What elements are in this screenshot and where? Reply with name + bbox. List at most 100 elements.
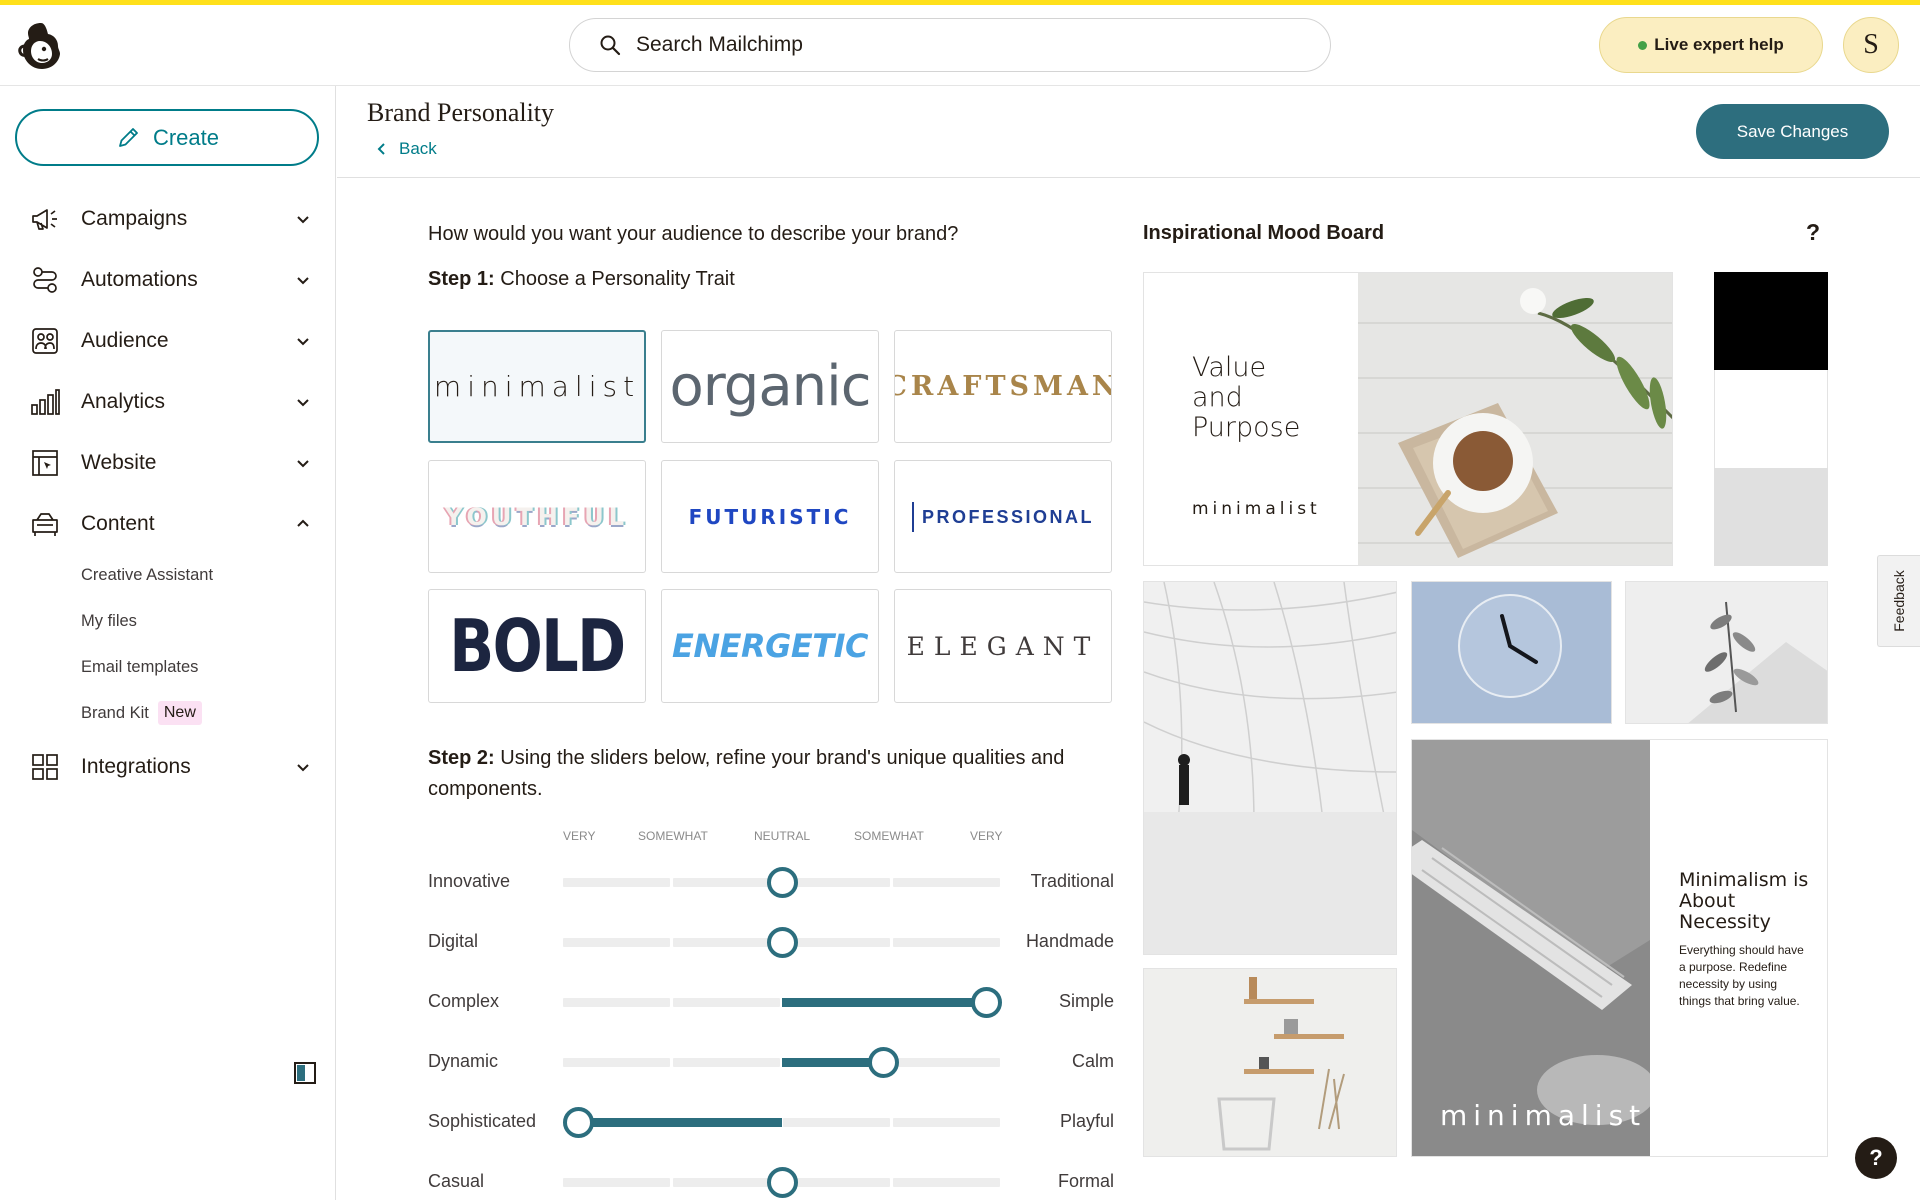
slider-segment — [893, 1058, 1000, 1067]
slider-left-label: Innovative — [428, 871, 511, 891]
slider-row-digital-handmade: Digital Handmade — [428, 922, 1114, 962]
trait-card-youthful[interactable]: YOUTHFUL — [428, 460, 646, 573]
mood-tile-shelves-photo — [1143, 968, 1397, 1157]
live-expert-help-button[interactable]: Live expert help — [1599, 17, 1823, 73]
scale-label: SOMEWHAT — [638, 829, 708, 843]
sidebar-subitem-brand-kit[interactable]: Brand Kit New — [81, 701, 202, 725]
sidebar-item-automations[interactable]: Automations — [0, 255, 336, 305]
trait-label: minimalist — [433, 370, 641, 403]
trait-card-elegant[interactable]: ELEGANT — [894, 589, 1112, 703]
sidebar-subitem-email-templates[interactable]: Email templates — [81, 658, 198, 677]
mood-tile-architecture-photo — [1143, 581, 1397, 955]
slider-thumb[interactable] — [970, 987, 1002, 1018]
slider-fill — [578, 1118, 782, 1127]
shelves-photo — [1144, 969, 1396, 1156]
slider-segment — [783, 938, 890, 947]
slider-segment — [893, 878, 1000, 887]
top-bar: Live expert help S — [0, 5, 1920, 86]
slider-segment — [893, 1178, 1000, 1187]
chevron-down-icon — [297, 764, 309, 772]
color-swatch-white — [1714, 370, 1828, 468]
slider-thumb[interactable] — [767, 927, 798, 958]
sidebar-subitem-my-files[interactable]: My files — [81, 612, 137, 631]
chevron-down-icon — [297, 277, 309, 285]
trait-card-energetic[interactable]: ENERGETIC — [661, 589, 879, 703]
slider-track[interactable] — [563, 987, 1002, 1018]
slider-right-label: Playful — [1059, 1111, 1114, 1131]
scale-label: VERY — [970, 829, 1003, 843]
sidebar-subitem-creative-assistant[interactable]: Creative Assistant — [81, 566, 213, 585]
chevron-down-icon — [297, 216, 309, 224]
mood-board-help-icon[interactable]: ? — [1806, 219, 1820, 246]
trait-label: CRAFTSMAN — [894, 371, 1112, 402]
subitem-label: Email templates — [81, 658, 199, 676]
mailchimp-logo-icon[interactable] — [16, 19, 66, 75]
bar-chart-icon — [29, 386, 61, 418]
slider-right-label: Calm — [1071, 1051, 1114, 1071]
keyboard-photo — [1412, 740, 1650, 1156]
back-link[interactable]: Back — [375, 139, 437, 159]
save-changes-button[interactable]: Save Changes — [1696, 104, 1889, 159]
slider-thumb[interactable] — [563, 1107, 595, 1138]
slider-track[interactable] — [563, 1047, 1001, 1078]
slider-track[interactable] — [563, 1167, 1001, 1198]
collapse-sidebar-icon[interactable] — [293, 1061, 317, 1085]
slider-segment — [563, 998, 670, 1007]
create-button[interactable]: Create — [15, 109, 319, 166]
step2-text: Using the sliders below, refine your bra… — [428, 747, 1065, 800]
sidebar-item-analytics[interactable]: Analytics — [0, 377, 336, 427]
slider-thumb[interactable] — [767, 867, 798, 898]
trait-label: BOLD — [449, 604, 626, 688]
trait-card-organic[interactable]: organic — [661, 330, 879, 443]
trait-card-craftsman[interactable]: CRAFTSMAN — [894, 330, 1112, 443]
slider-track[interactable] — [563, 927, 1001, 958]
trait-card-bold[interactable]: BOLD — [428, 589, 646, 703]
search-input[interactable] — [636, 33, 1276, 57]
sidebar-item-integrations[interactable]: Integrations — [0, 742, 336, 792]
trait-label: ELEGANT — [906, 631, 1100, 661]
avatar[interactable]: S — [1843, 17, 1899, 73]
sidebar-item-label: Campaigns — [81, 207, 188, 230]
sidebar-item-audience[interactable]: Audience — [0, 316, 336, 366]
chevron-down-icon — [297, 460, 309, 468]
mood-tile-clock-photo — [1411, 581, 1612, 724]
sidebar-item-label: Analytics — [81, 390, 166, 413]
search-icon — [600, 35, 621, 56]
scale-label: NEUTRAL — [754, 829, 811, 843]
slider-thumb[interactable] — [867, 1047, 899, 1078]
megaphone-icon — [29, 203, 61, 235]
slider-segment — [673, 878, 780, 887]
slider-row-dynamic-calm: Dynamic Calm — [428, 1042, 1114, 1082]
coffee-cup-photo — [1358, 273, 1672, 565]
sidebar-item-campaigns[interactable]: Campaigns — [0, 194, 336, 244]
sidebar-item-content[interactable]: Content — [0, 499, 336, 549]
step1-heading: Step 1: Choose a Personality Trait — [428, 268, 735, 291]
slider-segment — [783, 1118, 890, 1127]
slider-segment — [563, 1058, 670, 1067]
slider-segment — [673, 1178, 780, 1187]
value-purpose-text: Value and Purpose — [1192, 353, 1300, 443]
slider-left-label: Dynamic — [428, 1051, 499, 1071]
clock-photo — [1412, 582, 1611, 723]
slider-left-label: Sophisticated — [428, 1111, 537, 1131]
chevron-down-icon — [297, 338, 309, 346]
sidebar-item-label: Integrations — [81, 755, 191, 778]
new-badge: New — [157, 701, 202, 725]
slider-track[interactable] — [563, 1107, 1001, 1138]
subitem-label: My files — [81, 612, 137, 630]
trait-card-futuristic[interactable]: FUTURISTIC — [661, 460, 879, 573]
trait-card-professional[interactable]: PROFESSIONAL — [894, 460, 1112, 573]
online-status-dot — [1638, 40, 1648, 50]
personality-question: How would you want your audience to desc… — [428, 223, 959, 245]
feedback-tab[interactable]: Feedback — [1877, 555, 1920, 647]
sidebar-item-website[interactable]: Website — [0, 438, 336, 488]
slider-track[interactable] — [563, 867, 1001, 898]
slider-segment — [783, 1178, 890, 1187]
trait-card-minimalist[interactable]: minimalist — [428, 330, 646, 443]
feedback-label: Feedback — [1891, 570, 1907, 632]
help-fab-button[interactable]: ? — [1855, 1137, 1897, 1179]
slider-row-sophisticated-playful: Sophisticated Playful — [428, 1102, 1114, 1142]
slider-row-complex-simple: Complex Simple — [428, 982, 1114, 1022]
search-bar[interactable] — [569, 18, 1331, 72]
slider-thumb[interactable] — [767, 1167, 798, 1198]
